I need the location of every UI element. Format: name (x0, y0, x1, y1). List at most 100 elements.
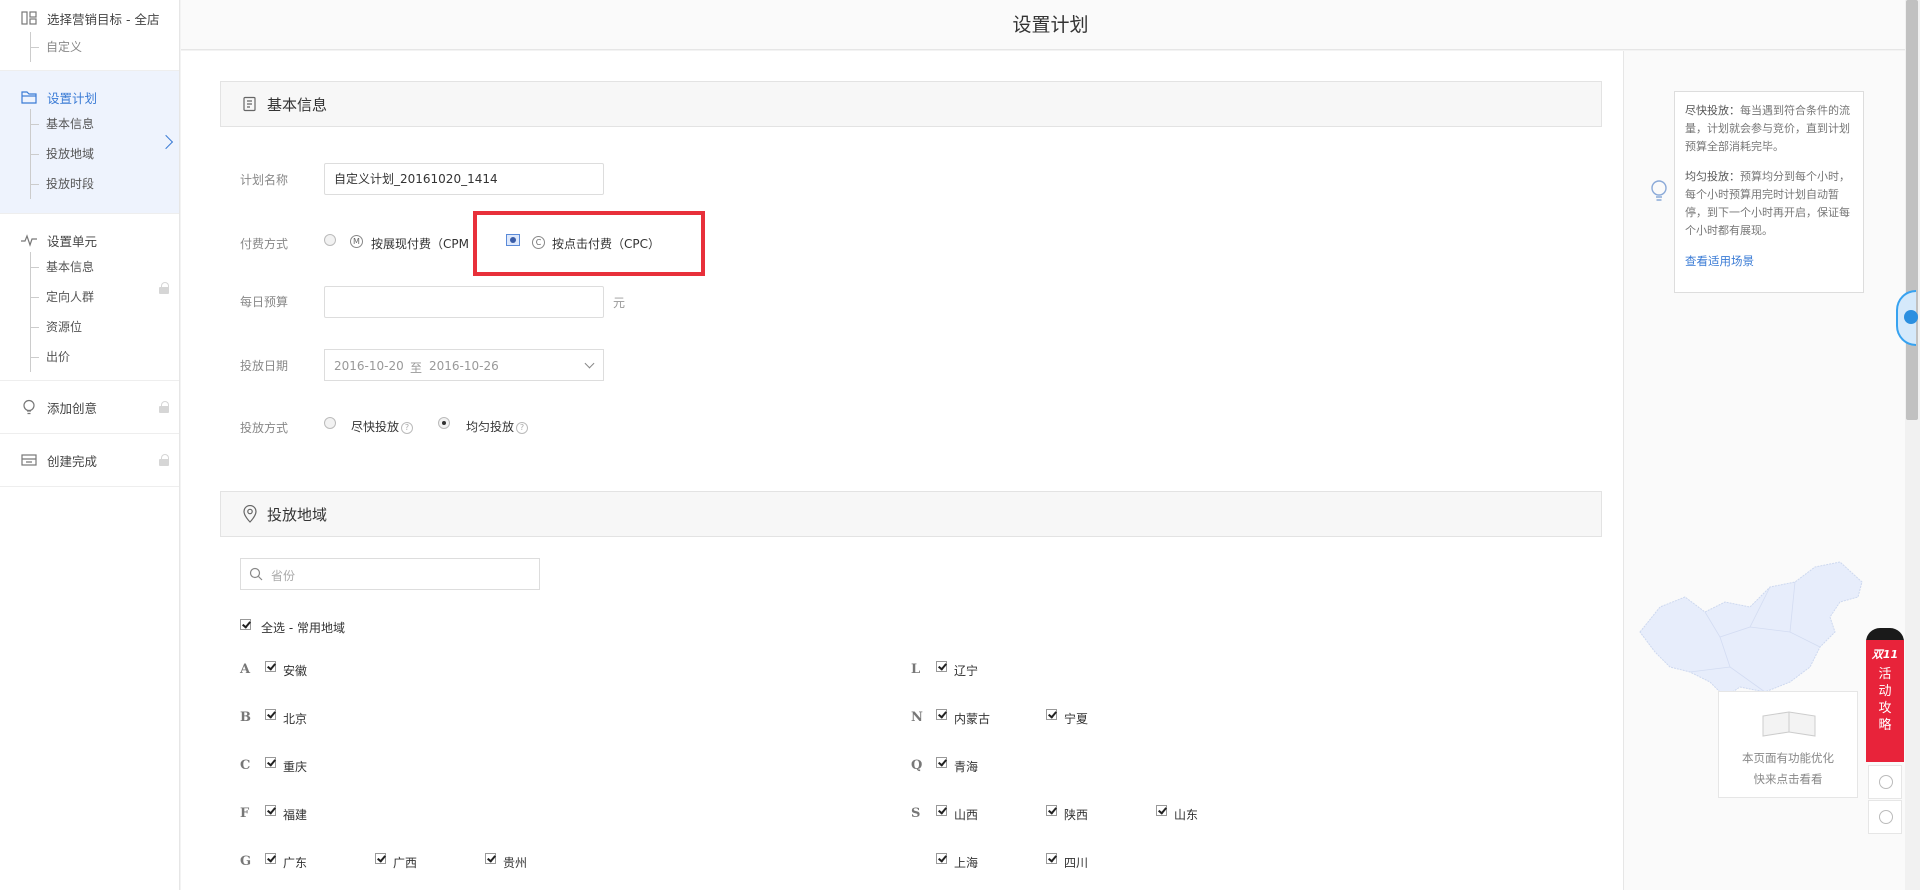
date-end: 2016-10-26 (429, 359, 499, 373)
step-add-creative[interactable]: 添加创意 (0, 381, 179, 434)
headset-button[interactable] (1868, 765, 1902, 799)
lightbulb-icon (1651, 180, 1667, 201)
group-letter: B (240, 710, 251, 725)
province-label: 山西 (954, 808, 979, 822)
basic-info-header: 基本信息 (220, 81, 1602, 127)
province-checkbox[interactable] (936, 661, 947, 672)
step-title: 设置计划 (47, 90, 98, 106)
group-letter: S (911, 806, 921, 821)
date-start: 2016-10-20 (334, 359, 404, 373)
province-checkbox[interactable] (936, 757, 947, 768)
promo-char: 活 (1878, 667, 1892, 682)
radio-cpm[interactable] (324, 234, 336, 246)
radio-fast-delivery[interactable] (324, 417, 336, 429)
province-label: 陕西 (1064, 808, 1089, 822)
province-checkbox[interactable] (265, 853, 276, 864)
chevron-down-icon (584, 358, 595, 369)
step-title: 添加创意 (47, 400, 98, 416)
sidebar-item-custom[interactable]: 自定义 (31, 32, 179, 62)
province-checkbox[interactable] (265, 709, 276, 720)
province-label: 宁夏 (1064, 712, 1089, 726)
step-title: 创建完成 (47, 453, 98, 469)
province-checkbox[interactable] (485, 853, 496, 864)
date-range-picker[interactable]: 2016-10-20 至 2016-10-26 (324, 349, 604, 381)
cpm-badge-icon: M (350, 235, 363, 248)
sidebar-item-region[interactable]: 投放地域 (31, 139, 179, 169)
plan-name-label: 计划名称 (240, 173, 289, 187)
delivery-label: 投放方式 (240, 421, 289, 435)
province-checkbox[interactable] (265, 805, 276, 816)
user-icon (1879, 810, 1893, 824)
select-all-checkbox[interactable] (240, 619, 251, 630)
region-header: 投放地域 (220, 491, 1602, 537)
province-checkbox[interactable] (1046, 853, 1057, 864)
optimization-notice[interactable]: 本页面有功能优化 快来点击看看 (1718, 691, 1858, 798)
sidebar: 选择营销目标 - 全店 自定义 设置计划 基本信息 投放地域 投放时段 设置单元… (0, 0, 180, 890)
help-icon[interactable]: ? (401, 421, 414, 434)
sidebar-item-basic-info[interactable]: 基本信息 (31, 109, 179, 139)
sidebar-item-timeslot[interactable]: 投放时段 (31, 169, 179, 199)
radio-even-delivery[interactable] (438, 417, 450, 429)
lock-icon (159, 454, 169, 466)
province-checkbox[interactable] (1046, 805, 1057, 816)
group-letter: Q (911, 758, 923, 773)
date-label: 投放日期 (240, 359, 289, 373)
province-checkbox[interactable] (1046, 709, 1057, 720)
province-checkbox[interactable] (265, 661, 276, 672)
fast-delivery-option[interactable]: 尽快投放? (351, 418, 414, 435)
sidebar-item-bid[interactable]: 出价 (31, 342, 179, 372)
select-all-label: 全选 - 常用地域 (261, 621, 345, 635)
province-checkbox[interactable] (375, 853, 386, 864)
tips-panel: 尽快投放：每当遇到符合条件的流量，计划就会参与竞价，直到计划预算全部消耗完毕。 … (1623, 51, 1905, 890)
lock-icon (159, 401, 169, 413)
section-title: 投放地域 (267, 505, 328, 524)
province-label: 贵州 (503, 856, 528, 870)
province-checkbox[interactable] (265, 757, 276, 768)
province-label: 山东 (1174, 808, 1199, 822)
payment-label: 付费方式 (240, 237, 289, 251)
page-title: 设置计划 (1012, 14, 1089, 36)
province-checkbox[interactable] (936, 805, 947, 816)
promo-top: 双11 (1871, 648, 1899, 661)
province-label: 四川 (1064, 856, 1089, 870)
floating-assistant-tab[interactable] (1896, 290, 1918, 346)
help-icon[interactable]: ? (516, 421, 529, 434)
sidebar-item-unit-basic[interactable]: 基本信息 (31, 252, 179, 282)
optimization-line1: 本页面有功能优化 (1742, 751, 1834, 765)
province-label: 青海 (954, 760, 979, 774)
group-letter: F (240, 806, 250, 821)
group-letter: L (911, 662, 921, 677)
user-service-button[interactable] (1868, 800, 1902, 834)
budget-unit: 元 (613, 296, 626, 310)
even-delivery-option[interactable]: 均匀投放? (466, 418, 529, 435)
province-checkbox[interactable] (1156, 805, 1167, 816)
tip-even-title: 均匀投放： (1685, 170, 1740, 183)
province-checkbox[interactable] (936, 709, 947, 720)
lightbulb-icon (20, 398, 38, 416)
step-complete[interactable]: 创建完成 (0, 434, 179, 487)
optimization-line2: 快来点击看看 (1753, 772, 1823, 786)
promo-char: 略 (1878, 718, 1892, 733)
province-checkbox[interactable] (936, 853, 947, 864)
promo-char: 攻 (1878, 701, 1892, 716)
sidebar-item-placement[interactable]: 资源位 (31, 312, 179, 342)
promo-banner[interactable]: 双11 活 动 攻 略 (1866, 640, 1904, 762)
promo-char: 动 (1878, 684, 1892, 699)
province-label: 重庆 (283, 760, 308, 774)
scenario-link[interactable]: 查看适用场景 (1685, 252, 1855, 270)
step-set-unit[interactable]: 设置单元 基本信息 定向人群 资源位 出价 (0, 214, 179, 381)
group-letter: G (240, 854, 252, 869)
scrollbar-thumb[interactable] (1906, 0, 1918, 420)
sidebar-item-audience[interactable]: 定向人群 (31, 282, 179, 312)
step-marketing-goal[interactable]: 选择营销目标 - 全店 自定义 (0, 0, 179, 71)
lock-icon (159, 282, 169, 294)
plan-name-input[interactable]: 自定义计划_20161020_1414 (324, 163, 604, 195)
step-set-plan[interactable]: 设置计划 基本信息 投放地域 投放时段 (0, 71, 179, 214)
province-label: 安徽 (283, 664, 308, 678)
cpm-label[interactable]: 按展现付费（CPM (371, 235, 469, 252)
book-icon (1762, 711, 1816, 737)
daily-budget-input[interactable] (324, 286, 604, 318)
search-placeholder: 省份 (271, 569, 296, 583)
province-search-input[interactable]: 省份 (240, 558, 540, 590)
folder-icon (20, 88, 38, 106)
